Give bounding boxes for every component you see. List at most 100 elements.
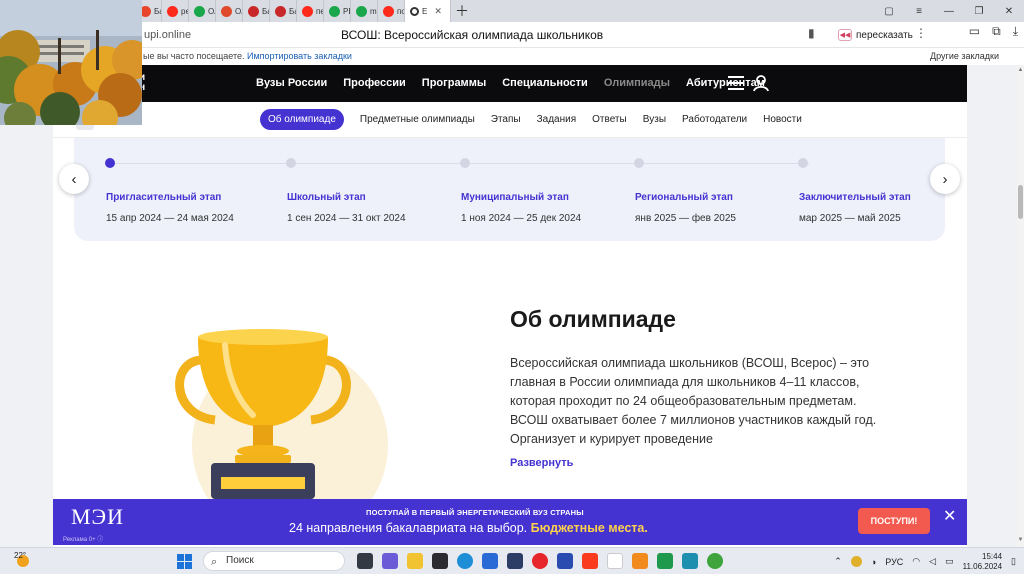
tab-active[interactable]: E ✕ [405, 0, 451, 22]
subnav-answers[interactable]: Ответы [592, 114, 627, 125]
url-field[interactable]: upi.online [144, 29, 191, 41]
subnav-tasks[interactable]: Задания [537, 114, 577, 125]
edge-icon[interactable] [457, 553, 473, 569]
app-green-icon[interactable] [707, 553, 723, 569]
bookmarks-hint: ые вы часто посещаете. Импортировать зак… [143, 51, 352, 61]
banner-main-line: 24 направления бакалавриата на выбор. Бю… [289, 521, 648, 535]
app-orange-icon[interactable] [632, 553, 648, 569]
banner-cta-button[interactable]: ПОСТУПИ! [858, 508, 930, 534]
app-shield-icon[interactable] [432, 553, 448, 569]
volume-icon[interactable]: ◁ [929, 556, 936, 567]
task-view-icon[interactable] [357, 553, 373, 569]
clock[interactable]: 15:44 11.06.2024 [963, 552, 1002, 572]
browser-tab[interactable]: Ол [216, 0, 243, 22]
restore-button[interactable]: ❐ [964, 0, 994, 22]
bookmark-icon[interactable]: ▮ [808, 26, 815, 40]
app-teal-icon[interactable] [682, 553, 698, 569]
stage-date-1: 15 апр 2024 — 24 мая 2024 [106, 213, 234, 224]
store-icon[interactable] [482, 553, 498, 569]
extensions-icon[interactable]: ⧉ [992, 24, 1001, 39]
info-icon[interactable]: ⓘ [97, 537, 103, 543]
close-tab-icon[interactable]: ✕ [434, 6, 442, 17]
subnav-employers[interactable]: Работодатели [682, 114, 747, 125]
import-bookmarks-link[interactable]: Импортировать закладки [247, 51, 352, 61]
site-content: пи ин Вузы России Профессии Программы Сп… [53, 65, 967, 547]
stage-date-4: янв 2025 — фев 2025 [635, 213, 736, 224]
taskbar-search[interactable]: ⌕ Поиск [203, 551, 345, 571]
nav-vuzy[interactable]: Вузы России [256, 77, 327, 89]
subnav-universities[interactable]: Вузы [643, 114, 666, 125]
subnav-about[interactable]: Об олимпиаде [260, 109, 344, 130]
tray-app-icon[interactable] [850, 556, 862, 567]
more-options-icon[interactable]: ⋮ [915, 26, 927, 40]
tab-favicon-icon [248, 5, 259, 17]
expand-link[interactable]: Развернуть [510, 457, 573, 469]
browser-tab[interactable]: пер [297, 0, 324, 22]
scroll-down-icon[interactable]: ▼ [1017, 537, 1024, 545]
browser-tab[interactable]: Бал [270, 0, 297, 22]
show-hidden-icons[interactable]: ⌃ [834, 556, 842, 567]
banner-main-text: 24 направления бакалавриата на выбор. [289, 521, 528, 535]
browser-tab[interactable]: реш [162, 0, 189, 22]
excel-icon[interactable] [657, 553, 673, 569]
tray-app-2-icon[interactable]: ◑ [871, 557, 876, 567]
battery-icon[interactable]: ▭ [945, 556, 954, 567]
ad-banner[interactable]: МЭИ Реклама 0+ ⓘ ПОСТУПАЙ В ПЕРВЫЙ ЭНЕРГ… [53, 499, 967, 545]
subnav-news[interactable]: Новости [763, 114, 802, 125]
tab-label: Бал [262, 6, 269, 16]
stage-name-3: Муниципальный этап [461, 192, 569, 203]
page-viewport: пи ин Вузы России Профессии Программы Сп… [0, 65, 1024, 547]
notifications-icon[interactable]: ▯ [1011, 556, 1016, 567]
toolbar-icons: ▭ ⧉ ⤓ [969, 24, 1018, 39]
scrollbar-thumb[interactable] [1018, 185, 1023, 219]
carousel-next-button[interactable]: › [930, 164, 960, 194]
stage-dot-2[interactable] [286, 158, 296, 168]
browser-tab[interactable]: Бал [243, 0, 270, 22]
yandex-icon[interactable] [582, 553, 598, 569]
new-tab-button[interactable]: ＋ [451, 0, 473, 22]
pinned-apps [357, 553, 723, 569]
minimize-button[interactable]: — [934, 0, 964, 22]
carousel-prev-button[interactable]: ‹ [59, 164, 89, 194]
opera-icon[interactable] [532, 553, 548, 569]
stage-dot-5[interactable] [798, 158, 808, 168]
browser-tab[interactable]: mat [351, 0, 378, 22]
other-bookmarks[interactable]: Другие закладки [930, 51, 999, 61]
close-window-button[interactable]: ✕ [994, 0, 1024, 22]
tab-favicon-icon [194, 5, 205, 17]
wifi-icon[interactable]: ◠ [912, 556, 920, 567]
hamburger-menu-icon[interactable] [728, 76, 744, 90]
window-controls: ▢ ≡ — ❐ ✕ [874, 0, 1024, 22]
nav-professions[interactable]: Профессии [343, 77, 406, 89]
yandex-browser-icon[interactable] [607, 553, 623, 569]
downloads-icon[interactable]: ⤓ [1013, 24, 1018, 39]
subnav-subject-olympiads[interactable]: Предметные олимпиады [360, 114, 475, 125]
start-button[interactable] [177, 554, 192, 569]
language-indicator[interactable]: РУС [885, 557, 903, 567]
tab-manager-icon[interactable]: ▢ [874, 0, 904, 22]
user-icon[interactable] [752, 74, 770, 92]
retell-button[interactable]: ◀◀ пересказать [838, 26, 913, 44]
stage-dot-4[interactable] [634, 158, 644, 168]
app-dark-icon[interactable] [507, 553, 523, 569]
stage-name-5: Заключительный этап [799, 192, 911, 203]
stage-dot-3[interactable] [460, 158, 470, 168]
scroll-up-icon[interactable]: ▲ [1017, 67, 1024, 75]
page-scrollbar[interactable]: ▲ ▼ [1017, 65, 1024, 547]
browser-tab[interactable]: пос [378, 0, 405, 22]
teams-icon[interactable] [382, 553, 398, 569]
app-shield-blue-icon[interactable] [557, 553, 573, 569]
browser-tab[interactable]: РЕІ [324, 0, 351, 22]
nav-specialties[interactable]: Специальности [502, 77, 588, 89]
subnav-stages[interactable]: Этапы [491, 114, 521, 125]
close-icon[interactable]: ✕ [943, 506, 956, 526]
tab-favicon-icon [302, 5, 313, 17]
stage-dot-1[interactable] [105, 158, 115, 168]
battery-saver-icon[interactable]: ▭ [969, 24, 980, 39]
browser-tab[interactable]: ОЛ [189, 0, 216, 22]
file-explorer-icon[interactable] [407, 553, 423, 569]
nav-olympiads[interactable]: Олимпиады [604, 77, 670, 89]
chevron-right-icon: › [942, 170, 948, 188]
nav-programs[interactable]: Программы [422, 77, 486, 89]
menu-icon[interactable]: ≡ [904, 0, 934, 22]
